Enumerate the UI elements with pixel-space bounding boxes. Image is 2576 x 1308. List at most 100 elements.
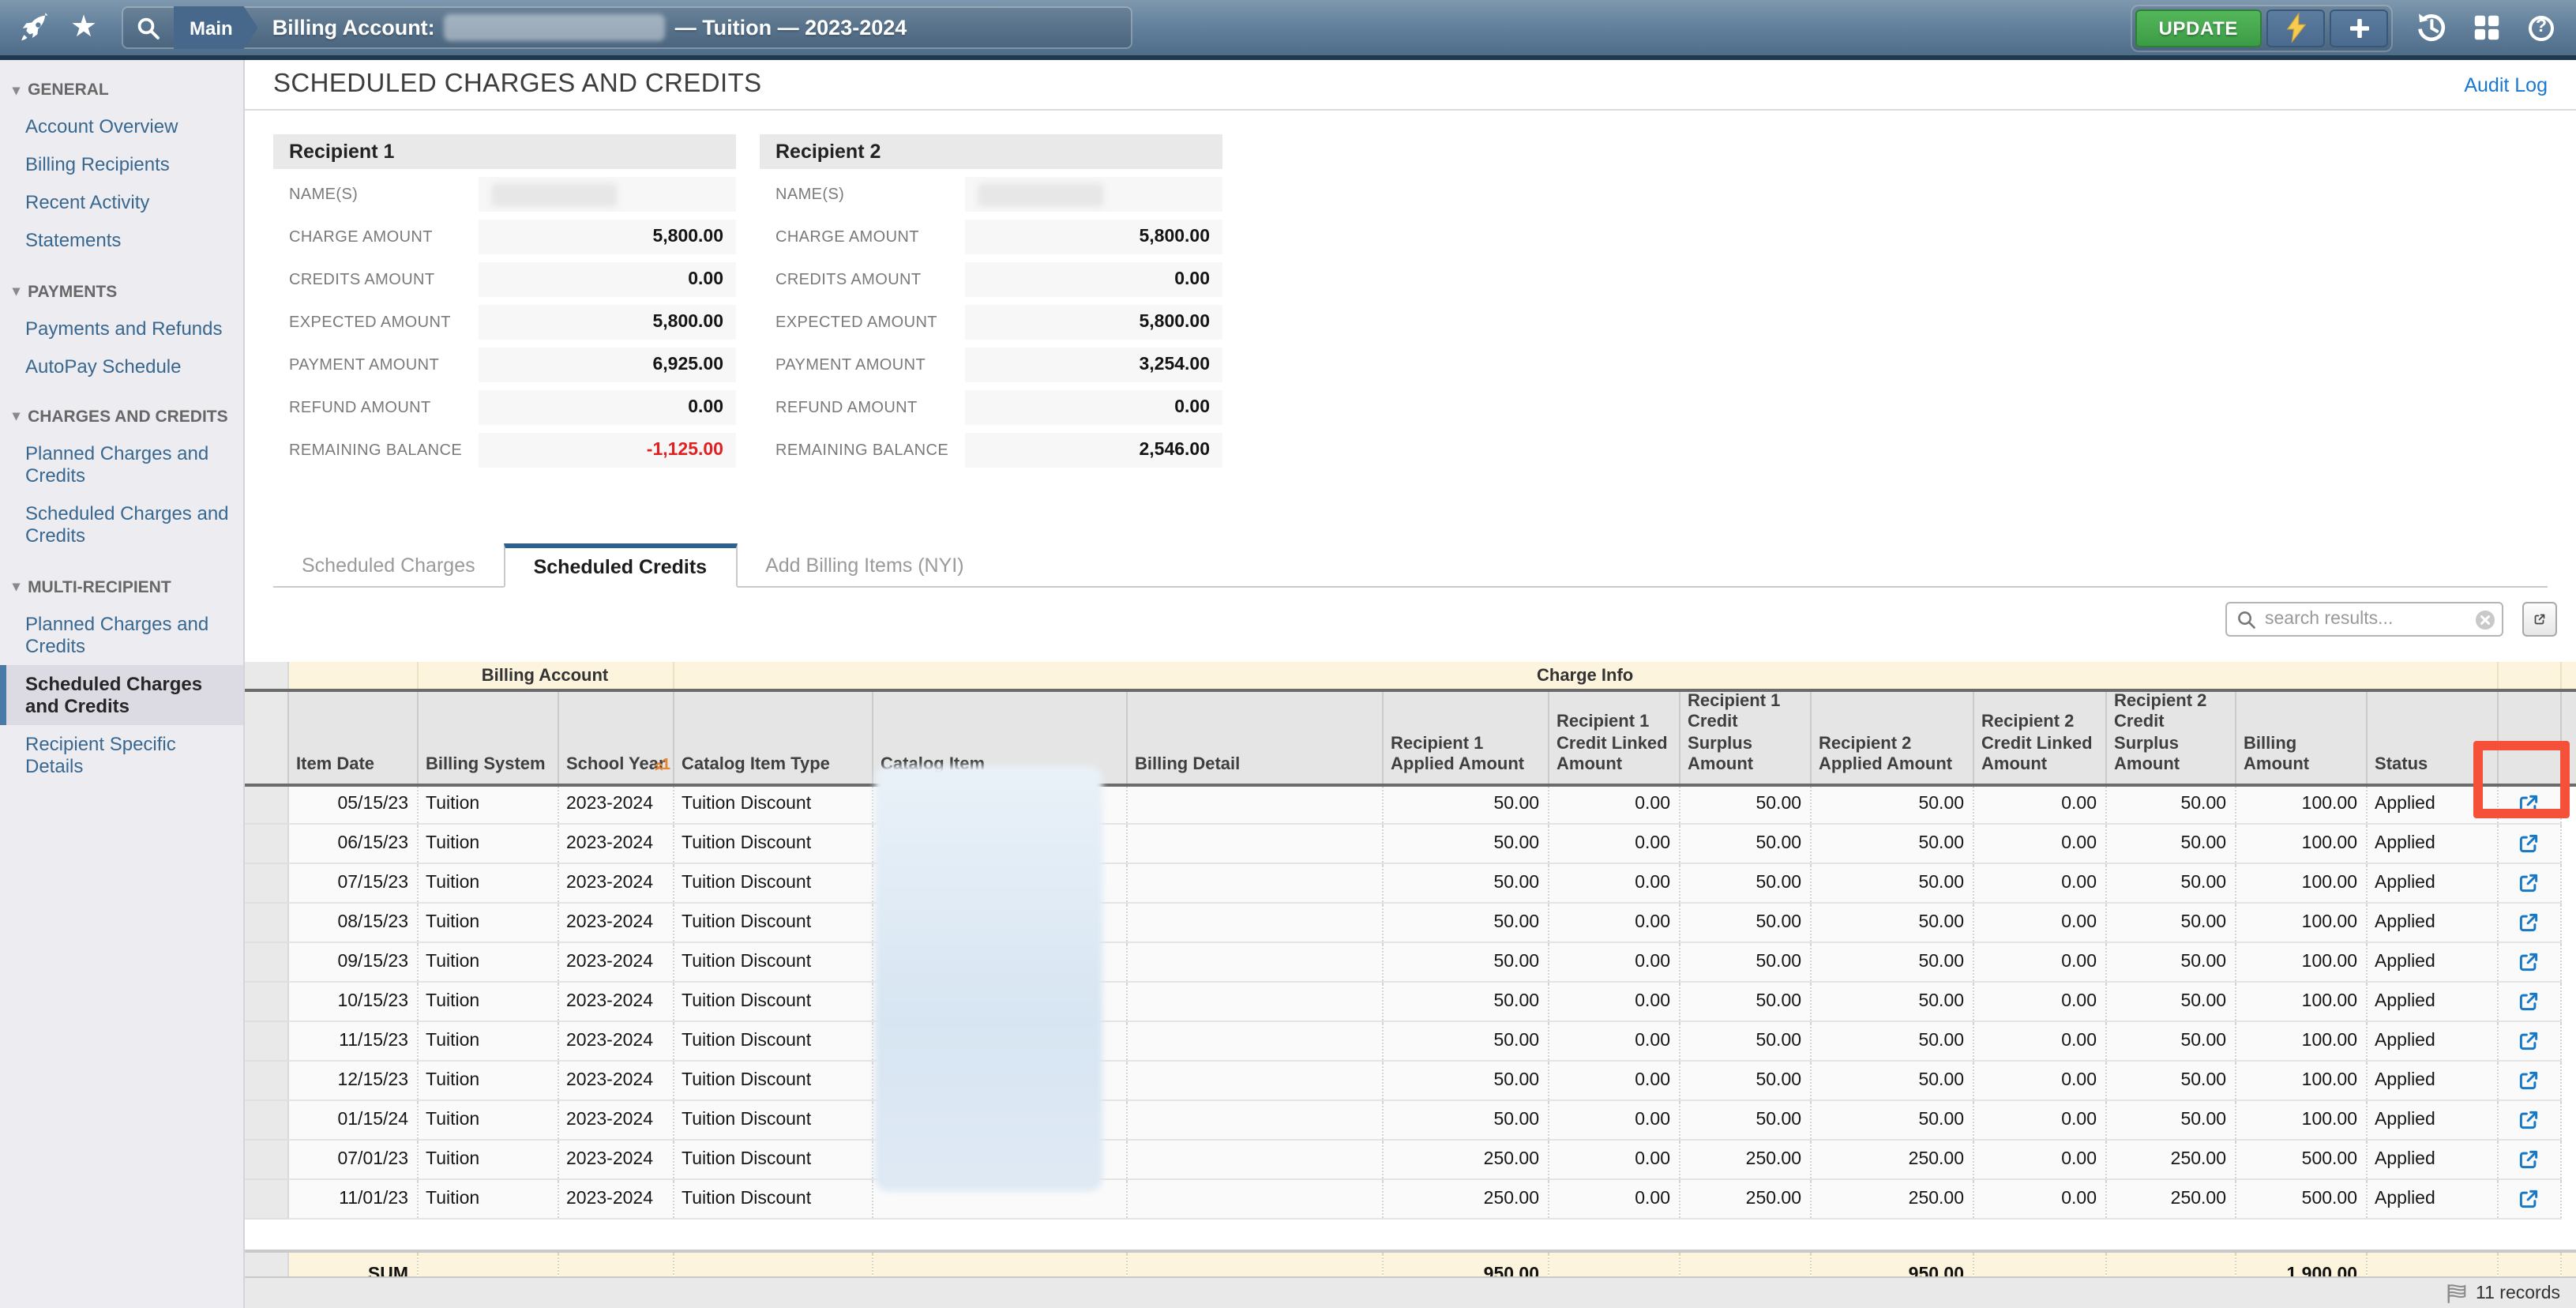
sidebar-item-billing-recipients[interactable]: Billing Recipients	[0, 145, 243, 183]
audit-log-link[interactable]: Audit Log	[2464, 73, 2548, 96]
row-pad-cell	[2560, 1140, 2576, 1179]
apps-grid-icon[interactable]	[2469, 10, 2503, 45]
field-value-name-s	[479, 177, 736, 212]
column-header-billing-system[interactable]: Billing System	[417, 690, 558, 784]
tab-add-billing-items-nyi[interactable]: Add Billing Items (NYI)	[737, 543, 992, 586]
cell-r1_credit_linked: 0.00	[1548, 1140, 1679, 1179]
cell-r2_credit_surplus: 50.00	[2105, 982, 2235, 1021]
update-button[interactable]: UPDATE	[2135, 9, 2262, 47]
group-header-spacer	[2497, 662, 2560, 690]
sidebar-item-planned-charges-and-credits[interactable]: Planned Charges and Credits	[0, 434, 243, 495]
cell-billing_system: Tuition	[417, 1021, 558, 1061]
table-row: 10/15/23Tuition2023-2024Tuition Discount…	[245, 982, 2576, 1021]
row-handle[interactable]	[245, 1179, 287, 1219]
open-grid-in-window-button[interactable]	[2522, 602, 2557, 637]
row-pad-cell	[2560, 903, 2576, 942]
row-handle[interactable]	[245, 982, 287, 1021]
sidebar-item-scheduled-charges-and-credits[interactable]: Scheduled Charges and Credits	[0, 495, 243, 556]
open-record-button[interactable]	[2511, 1142, 2546, 1177]
sidebar-section-header-payments[interactable]: ▾PAYMENTS	[0, 274, 243, 309]
field-value-remaining-balance: -1,125.00	[479, 433, 736, 468]
open-record-button[interactable]	[2511, 866, 2546, 900]
history-icon[interactable]	[2413, 10, 2448, 45]
column-header-billing-amount[interactable]: Billing Amount	[2235, 690, 2366, 784]
card-field-row: REMAINING BALANCE-1,125.00	[273, 433, 736, 468]
cell-status: Applied	[2366, 1061, 2497, 1100]
group-header-row: Billing AccountCharge Info	[245, 662, 2576, 690]
search-input[interactable]	[2265, 610, 2475, 629]
sidebar-section-header-general[interactable]: ▾GENERAL	[0, 73, 243, 107]
billing-account-label: Billing Account:	[272, 16, 435, 39]
sidebar-item-recipient-specific-details[interactable]: Recipient Specific Details	[0, 725, 243, 786]
column-header-billing-detail[interactable]: Billing Detail	[1126, 690, 1382, 784]
breadcrumb-main[interactable]: Main	[174, 6, 258, 49]
open-record-button[interactable]	[2511, 1182, 2546, 1216]
sidebar-item-scheduled-charges-and-credits[interactable]: Scheduled Charges and Credits	[0, 665, 243, 726]
cell-billing_amount: 500.00	[2235, 1140, 2366, 1179]
sidebar-section-header-multi-recipient[interactable]: ▾MULTI-RECIPIENT	[0, 569, 243, 604]
row-handle[interactable]	[245, 1140, 287, 1179]
cell-billing_detail	[1126, 784, 1382, 824]
sidebar-item-account-overview[interactable]: Account Overview	[0, 107, 243, 145]
tab-scheduled-credits[interactable]: Scheduled Credits	[504, 543, 738, 588]
open-record-button[interactable]	[2511, 905, 2546, 940]
open-record-button[interactable]	[2511, 1103, 2546, 1137]
row-handle[interactable]	[245, 784, 287, 824]
redacted-catalog-item-column	[875, 766, 1102, 1191]
sidebar-item-autopay-schedule[interactable]: AutoPay Schedule	[0, 348, 243, 385]
open-record-button[interactable]	[2511, 826, 2546, 861]
rocket-icon[interactable]	[17, 10, 52, 45]
column-header-recipient-2-applied-amount[interactable]: Recipient 2 Applied Amount	[1810, 690, 1973, 784]
field-value-charge-amount: 5,800.00	[479, 220, 736, 254]
row-handle[interactable]	[245, 1021, 287, 1061]
external-link-icon	[2533, 608, 2546, 630]
sidebar-section-label: PAYMENTS	[28, 282, 117, 301]
sidebar-section-header-charges-and-credits[interactable]: ▾CHARGES AND CREDITS	[0, 400, 243, 434]
open-record-button[interactable]	[2511, 1063, 2546, 1098]
sidebar-item-recent-activity[interactable]: Recent Activity	[0, 184, 243, 222]
cell-billing_detail	[1126, 1100, 1382, 1140]
column-header-school-year[interactable]: School Year«1	[558, 690, 673, 784]
main-content: SCHEDULED CHARGES AND CREDITS Audit Log …	[245, 60, 2576, 1308]
column-header-item-date[interactable]: Item Date	[287, 690, 417, 784]
table-row: 06/15/23Tuition2023-2024Tuition Discount…	[245, 824, 2576, 863]
column-header-recipient-2-credit-surplus-amount[interactable]: Recipient 2 Credit Surplus Amount	[2105, 690, 2235, 784]
column-header-recipient-1-credit-linked-amount[interactable]: Recipient 1 Credit Linked Amount	[1548, 690, 1679, 784]
open-record-button[interactable]	[2511, 1024, 2546, 1058]
help-icon[interactable]: ?	[2524, 10, 2559, 45]
add-button[interactable]	[2330, 9, 2388, 47]
cell-item_date: 08/15/23	[287, 903, 417, 942]
row-handle[interactable]	[245, 1061, 287, 1100]
grid-footer: 11 records	[245, 1276, 2576, 1308]
cell-r2_credit_linked: 0.00	[1973, 784, 2105, 824]
open-record-button[interactable]	[2511, 945, 2546, 979]
cell-billing_detail	[1126, 863, 1382, 903]
column-header-recipient-2-credit-linked-amount[interactable]: Recipient 2 Credit Linked Amount	[1973, 690, 2105, 784]
column-header-catalog-item-type[interactable]: Catalog Item Type	[673, 690, 872, 784]
tab-scheduled-charges[interactable]: Scheduled Charges	[273, 543, 504, 586]
sidebar-item-planned-charges-and-credits[interactable]: Planned Charges and Credits	[0, 604, 243, 665]
plus-icon	[2348, 17, 2370, 39]
column-header-recipient-1-applied-amount[interactable]: Recipient 1 Applied Amount	[1382, 690, 1548, 784]
star-favorites-icon[interactable]: ★	[66, 10, 101, 45]
sidebar-item-statements[interactable]: Statements	[0, 222, 243, 260]
cell-catalog_item_type: Tuition Discount	[673, 863, 872, 903]
row-handle[interactable]	[245, 1100, 287, 1140]
row-handle[interactable]	[245, 824, 287, 863]
row-handle[interactable]	[245, 903, 287, 942]
column-header-recipient-1-credit-surplus-amount[interactable]: Recipient 1 Credit Surplus Amount	[1679, 690, 1810, 784]
row-handle[interactable]	[245, 863, 287, 903]
clear-search-icon[interactable]	[2475, 609, 2495, 630]
cell-billing_system: Tuition	[417, 1179, 558, 1219]
external-link-icon	[2518, 872, 2540, 894]
row-handle[interactable]	[245, 942, 287, 982]
chevron-down-icon: ▾	[13, 410, 20, 424]
sidebar-item-payments-and-refunds[interactable]: Payments and Refunds	[0, 309, 243, 347]
cell-r1_credit_linked: 0.00	[1548, 784, 1679, 824]
cell-billing_detail	[1126, 942, 1382, 982]
search-icon[interactable]	[123, 15, 174, 40]
quick-actions-button[interactable]	[2266, 9, 2325, 47]
table-row: 01/15/24Tuition2023-2024Tuition Discount…	[245, 1100, 2576, 1140]
top-navbar: ★ Main Billing Account: — Tuition — 2023…	[0, 0, 2576, 60]
open-record-button[interactable]	[2511, 984, 2546, 1019]
